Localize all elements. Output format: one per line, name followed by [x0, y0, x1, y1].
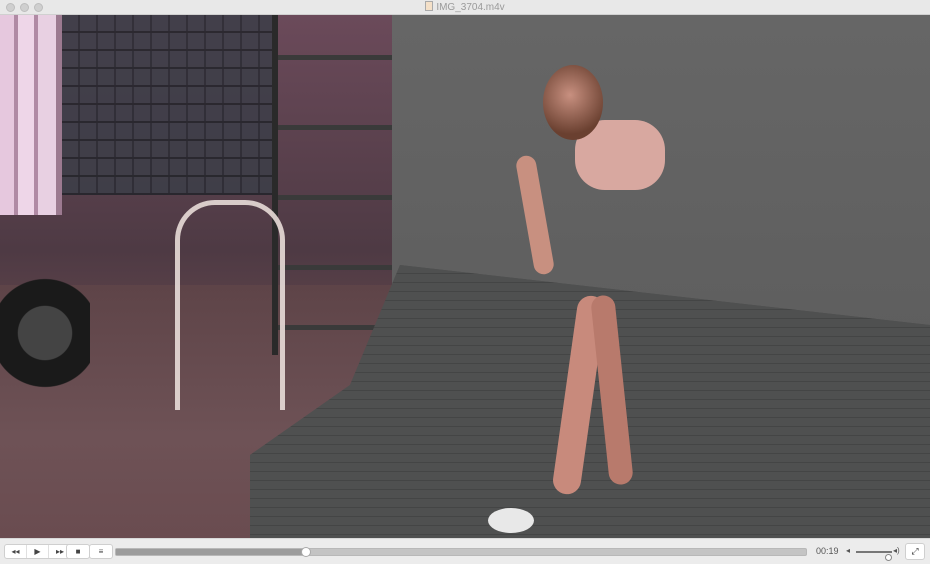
seek-knob[interactable] — [301, 547, 312, 557]
volume-control: ◂ ◂) — [846, 545, 906, 561]
window-title-text: IMG_3704.m4v — [436, 2, 505, 13]
video-display[interactable] — [0, 15, 930, 538]
volume-high-icon[interactable]: ◂) — [893, 546, 900, 555]
stop-button[interactable]: ■ — [67, 545, 89, 558]
video-bucket — [488, 508, 534, 533]
play-button[interactable]: ▶ — [27, 545, 49, 558]
video-glass-wall — [62, 15, 272, 195]
seek-progress-fill — [116, 549, 307, 555]
video-file-icon — [425, 1, 434, 11]
elapsed-time: 00:19 — [816, 546, 839, 556]
window-title: IMG_3704.m4v — [0, 1, 930, 13]
stop-group: ■ — [66, 544, 90, 559]
volume-knob[interactable] — [885, 554, 893, 561]
video-lamp — [0, 270, 90, 410]
playback-controls: ◂◂ ▶ ▸▸ ■ ≡ 00:19 ◂ ◂) ⤢ — [0, 538, 930, 564]
seek-slider[interactable] — [115, 547, 807, 557]
video-pipes — [0, 15, 62, 215]
video-person — [514, 65, 675, 515]
volume-slider[interactable] — [856, 551, 893, 561]
transport-buttons: ◂◂ ▶ ▸▸ — [4, 544, 72, 559]
playlist-button[interactable]: ≡ — [90, 545, 112, 558]
title-bar: IMG_3704.m4v — [0, 0, 930, 15]
rewind-button[interactable]: ◂◂ — [5, 545, 27, 558]
video-chair — [175, 200, 285, 410]
fullscreen-button[interactable]: ⤢ — [905, 543, 925, 560]
video-shelf — [272, 15, 396, 355]
playlist-group: ≡ — [89, 544, 113, 559]
volume-low-icon[interactable]: ◂ — [846, 546, 850, 555]
